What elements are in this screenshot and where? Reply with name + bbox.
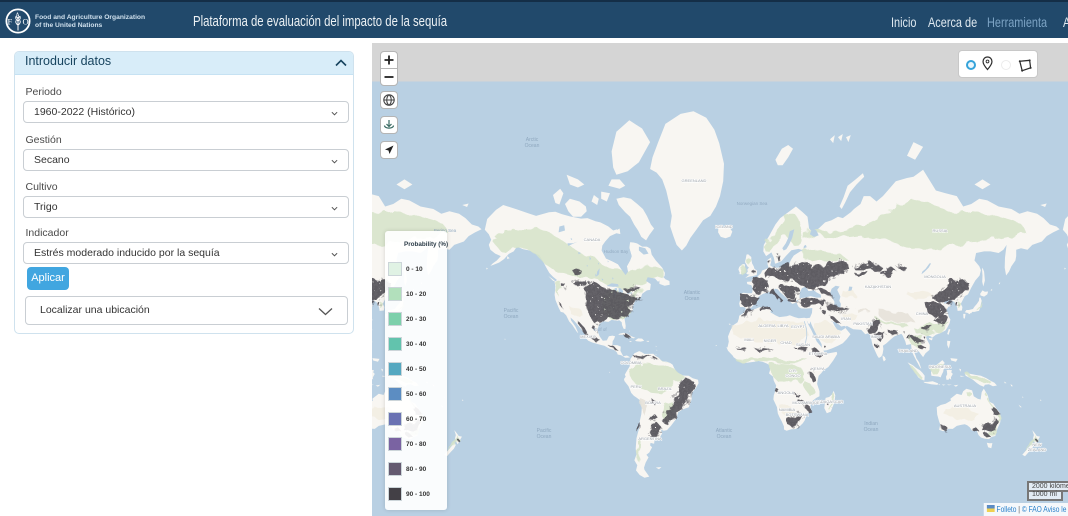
svg-text:F: F bbox=[8, 17, 13, 27]
svg-text:PAKISTAN: PAKISTAN bbox=[853, 321, 872, 326]
svg-text:ARGENTINA: ARGENTINA bbox=[638, 436, 662, 441]
svg-text:THAILAND: THAILAND bbox=[898, 348, 918, 353]
svg-text:CHINA: CHINA bbox=[916, 311, 929, 316]
svg-text:Ocean: Ocean bbox=[504, 314, 519, 320]
svg-text:Gulf of: Gulf of bbox=[593, 327, 607, 332]
svg-text:Ocean: Ocean bbox=[685, 296, 700, 302]
svg-text:BOTSWANA: BOTSWANA bbox=[786, 412, 809, 417]
svg-text:CONGO: CONGO bbox=[785, 373, 800, 378]
svg-text:ALGERIA: ALGERIA bbox=[758, 323, 776, 328]
svg-text:MALI: MALI bbox=[744, 337, 753, 342]
svg-text:CANADA: CANADA bbox=[584, 237, 601, 242]
svg-text:Ocean: Ocean bbox=[864, 427, 879, 433]
svg-text:EGYPT: EGYPT bbox=[791, 324, 805, 329]
svg-text:MONGOLIA: MONGOLIA bbox=[924, 274, 946, 279]
svg-text:BRAZIL: BRAZIL bbox=[658, 386, 673, 391]
svg-text:RUSSIA: RUSSIA bbox=[933, 228, 948, 233]
svg-text:CHAD: CHAD bbox=[780, 340, 791, 345]
svg-text:IRAN: IRAN bbox=[841, 316, 851, 321]
svg-text:KENYA: KENYA bbox=[811, 366, 825, 371]
svg-text:GREENLAND: GREENLAND bbox=[682, 178, 707, 183]
svg-text:BOLIVIA: BOLIVIA bbox=[645, 400, 661, 405]
svg-text:ZEALAND: ZEALAND bbox=[1028, 447, 1047, 452]
svg-text:SUDAN: SUDAN bbox=[796, 342, 810, 347]
svg-text:SAUDI ARABIA: SAUDI ARABIA bbox=[812, 334, 840, 339]
svg-text:KAZAKHSTAN: KAZAKHSTAN bbox=[865, 284, 891, 289]
svg-text:ICELAND: ICELAND bbox=[715, 224, 732, 229]
svg-text:Ocean: Ocean bbox=[537, 434, 552, 440]
svg-text:Norwegian Sea: Norwegian Sea bbox=[737, 201, 768, 206]
svg-text:ETHIOPIA: ETHIOPIA bbox=[809, 351, 828, 356]
svg-text:INDONESIA: INDONESIA bbox=[929, 364, 951, 369]
svg-text:NIGER: NIGER bbox=[764, 338, 777, 343]
svg-text:MOZAMBIQUE: MOZAMBIQUE bbox=[792, 400, 820, 405]
svg-text:ANGOLA: ANGOLA bbox=[778, 390, 795, 395]
svg-text:COLOMBIA: COLOMBIA bbox=[620, 360, 641, 365]
svg-text:MEXICO: MEXICO bbox=[580, 334, 596, 339]
svg-text:AUSTRALIA: AUSTRALIA bbox=[954, 403, 977, 408]
svg-text:LIBYA: LIBYA bbox=[777, 323, 788, 328]
svg-text:PERU: PERU bbox=[630, 384, 641, 389]
svg-text:Ocean: Ocean bbox=[717, 434, 732, 440]
svg-text:Ocean: Ocean bbox=[525, 143, 540, 149]
svg-text:O: O bbox=[23, 17, 29, 27]
svg-text:INDIA: INDIA bbox=[871, 334, 882, 339]
svg-text:Hudson Bay: Hudson Bay bbox=[604, 249, 629, 254]
